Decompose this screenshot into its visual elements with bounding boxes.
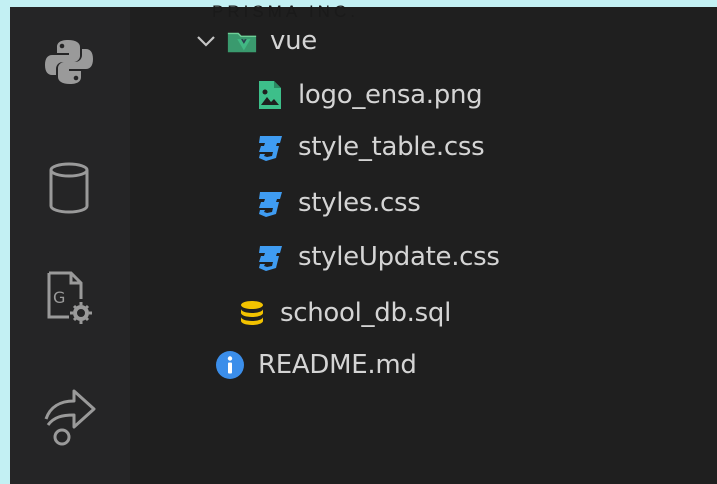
database-icon[interactable] (36, 155, 102, 221)
svg-text:G: G (53, 288, 65, 307)
file-row-logo-ensa[interactable]: logo_ensa.png (254, 75, 483, 115)
chevron-down-icon[interactable] (194, 25, 218, 57)
file-label: styles.css (298, 188, 421, 218)
remote-share-icon[interactable] (36, 383, 102, 449)
file-row-styles[interactable]: styles.css (254, 183, 421, 223)
info-icon (214, 349, 246, 381)
brand-watermark: PRISMA INC. (212, 2, 359, 21)
file-label: school_db.sql (280, 298, 452, 328)
vscode-window: G vue logo_ensa.png style_table.css styl… (10, 7, 717, 484)
image-file-icon (254, 79, 286, 111)
vue-folder-icon (226, 25, 258, 57)
file-label: README.md (258, 350, 417, 380)
file-row-style-table[interactable]: style_table.css (254, 127, 485, 167)
file-label: styleUpdate.css (298, 242, 500, 272)
file-explorer: vue logo_ensa.png style_table.css styles… (130, 7, 717, 484)
sql-database-icon (236, 297, 268, 329)
python-icon[interactable] (36, 29, 102, 95)
file-row-style-update[interactable]: styleUpdate.css (254, 237, 500, 277)
folder-label: vue (270, 26, 317, 56)
file-row-school-db[interactable]: school_db.sql (236, 293, 451, 333)
file-row-readme[interactable]: README.md (214, 345, 417, 385)
file-label: logo_ensa.png (298, 80, 483, 110)
css-file-icon (254, 241, 286, 273)
file-label: style_table.css (298, 132, 485, 162)
css-file-icon (254, 187, 286, 219)
file-settings-icon[interactable]: G (36, 265, 102, 331)
activity-bar: G (10, 7, 130, 484)
folder-row-vue[interactable]: vue (194, 21, 317, 61)
css-file-icon (254, 131, 286, 163)
